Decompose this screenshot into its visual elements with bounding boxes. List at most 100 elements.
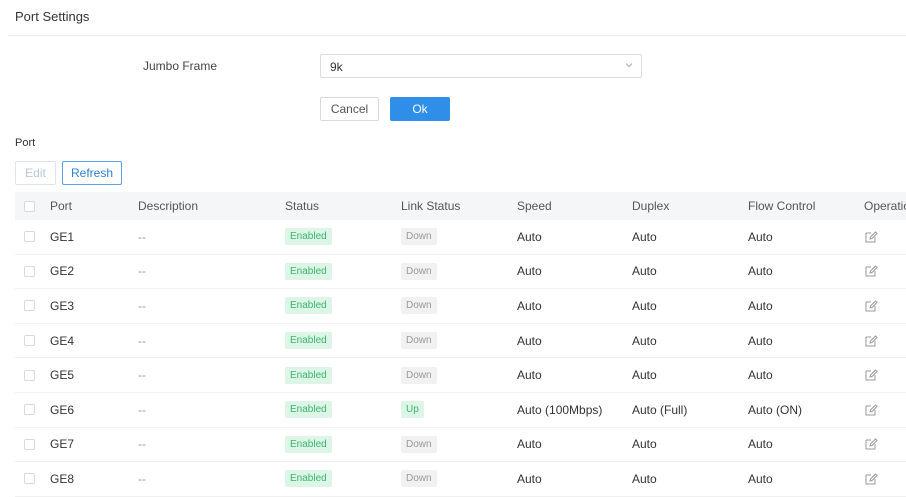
flow-control-cell: Auto [748,298,773,313]
duplex-cell: Auto (Full) [632,402,688,417]
status-cell: Enabled [285,220,332,254]
link-status-cell: Down [401,462,437,496]
cancel-button[interactable]: Cancel [320,97,379,121]
speed-cell: Auto [517,333,542,348]
edit-icon[interactable] [864,264,878,278]
table-row: GE3 -- Enabled Down Auto Auto Auto [15,289,906,324]
row-checkbox[interactable] [24,335,35,347]
row-checkbox-cell [24,393,35,427]
description-cell: -- [138,333,146,348]
flow-control-cell: Auto [748,264,773,279]
status-badge: Enabled [285,470,332,488]
description-cell: -- [138,437,146,452]
speed-cell: Auto [517,298,542,313]
row-checkbox-cell [24,428,35,462]
status-badge: Enabled [285,228,332,246]
description-cell: -- [138,229,146,244]
operation-cell [864,289,878,323]
jumbo-frame-value: 9k [330,60,343,74]
link-status-badge: Down [401,262,437,280]
row-checkbox[interactable] [24,473,35,485]
edit-icon[interactable] [864,472,878,486]
table-row: GE7 -- Enabled Down Auto Auto Auto [15,428,906,463]
operation-cell [864,358,878,392]
table-row: GE1 -- Enabled Down Auto Auto Auto [15,220,906,255]
row-checkbox[interactable] [24,300,35,312]
speed-cell: Auto [517,264,542,279]
link-status-cell: Down [401,220,437,254]
row-checkbox[interactable] [24,231,35,243]
edit-icon[interactable] [864,403,878,417]
row-checkbox[interactable] [24,404,35,416]
edit-icon[interactable] [864,334,878,348]
edit-icon[interactable] [864,299,878,313]
edit-icon[interactable] [864,437,878,451]
link-status-cell: Down [401,428,437,462]
header-link-status: Link Status [401,199,461,213]
row-checkbox-cell [24,220,35,254]
row-checkbox-cell [24,289,35,323]
row-checkbox[interactable] [24,438,35,450]
link-status-badge: Up [401,401,424,419]
status-badge: Enabled [285,332,332,350]
select-all-checkbox[interactable] [24,200,35,212]
status-badge: Enabled [285,262,332,280]
port-settings-panel: Port Settings Jumbo Frame 9k Cancel Ok P… [8,0,906,497]
flow-control-cell: Auto [748,333,773,348]
select-all-checkbox-cell [24,192,35,220]
flow-control-cell: Auto [748,471,773,486]
status-badge: Enabled [285,297,332,315]
link-status-badge: Down [401,435,437,453]
link-status-badge: Down [401,366,437,384]
duplex-cell: Auto [632,298,657,313]
jumbo-frame-label: Jumbo Frame [143,59,218,73]
description-cell: -- [138,368,146,383]
port-cell: GE4 [50,333,75,348]
port-cell: GE7 [50,437,75,452]
status-cell: Enabled [285,358,332,392]
link-status-cell: Down [401,324,437,358]
link-status-badge: Down [401,470,437,488]
flow-control-cell: Auto [748,368,773,383]
row-checkbox-cell [24,358,35,392]
port-cell: GE3 [50,298,75,313]
port-cell: GE1 [50,229,75,244]
header-description: Description [138,199,199,213]
link-status-badge: Down [401,332,437,350]
ok-button[interactable]: Ok [390,97,450,121]
status-cell: Enabled [285,289,332,323]
status-badge: Enabled [285,401,332,419]
table-row: GE4 -- Enabled Down Auto Auto Auto [15,324,906,359]
table-header: Port Description Status Link Status Spee… [15,192,906,220]
edit-button[interactable]: Edit [15,161,56,185]
status-cell: Enabled [285,428,332,462]
row-checkbox-cell [24,462,35,496]
edit-icon[interactable] [864,230,878,244]
duplex-cell: Auto [632,368,657,383]
operation-cell [864,324,878,358]
description-cell: -- [138,298,146,313]
link-status-cell: Down [401,358,437,392]
description-cell: -- [138,402,146,417]
duplex-cell: Auto [632,471,657,486]
operation-cell [864,462,878,496]
header-port[interactable]: Port [50,192,72,220]
speed-cell: Auto [517,437,542,452]
edit-icon[interactable] [864,368,878,382]
speed-cell: Auto [517,368,542,383]
port-cell: GE2 [50,264,75,279]
status-cell: Enabled [285,255,332,289]
operation-cell [864,255,878,289]
speed-cell: Auto (100Mbps) [517,402,603,417]
port-table: Port Description Status Link Status Spee… [15,192,906,497]
chevron-down-icon [625,63,633,68]
refresh-button[interactable]: Refresh [62,161,122,185]
flow-control-cell: Auto [748,437,773,452]
jumbo-frame-select[interactable]: 9k [320,54,642,78]
header-operation: Operatio [864,199,906,213]
link-status-badge: Down [401,228,437,246]
row-checkbox[interactable] [24,265,35,277]
status-cell: Enabled [285,324,332,358]
description-cell: -- [138,264,146,279]
row-checkbox[interactable] [24,369,35,381]
